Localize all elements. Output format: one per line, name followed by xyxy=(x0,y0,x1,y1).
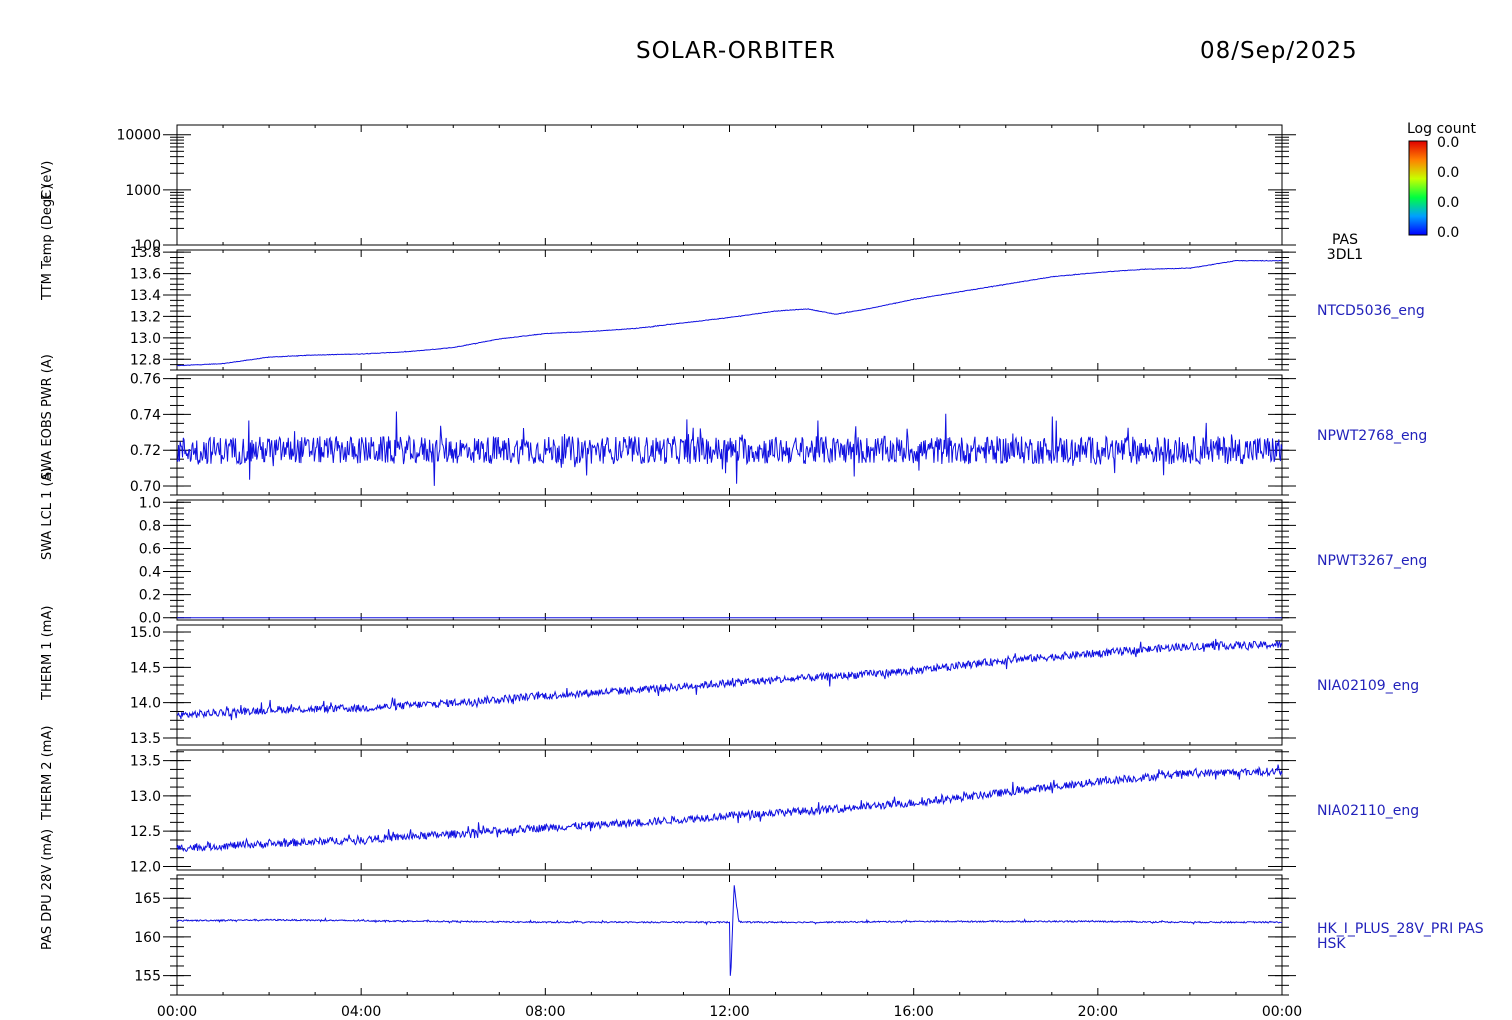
y-tick-label: 165 xyxy=(134,891,161,907)
panel-label: NTCD5036_eng xyxy=(1317,303,1425,319)
y-tick-label: 13.0 xyxy=(130,331,161,347)
x-tick-label: 16:00 xyxy=(893,1004,933,1020)
y-tick-label: 0.72 xyxy=(130,443,161,459)
y-tick-label: 0.4 xyxy=(139,565,161,581)
panel-frame xyxy=(176,124,1283,246)
panel-label: HSK xyxy=(1317,936,1346,952)
panel-nia02109-eng: 13.5 14.0 14.5 15.0 NIA02109_eng xyxy=(130,624,1419,747)
panel-frame xyxy=(176,374,1283,496)
y-axis-label: THERM 1 (mA) xyxy=(40,605,55,700)
y-tick-label: 0.70 xyxy=(130,479,161,495)
y-tick-label: 13.5 xyxy=(130,754,161,770)
y-tick-label: 12.8 xyxy=(130,352,161,368)
y-tick-label: 14.5 xyxy=(130,660,161,676)
colorbar-tick: 0.0 xyxy=(1437,135,1459,151)
x-tick-label: 12:00 xyxy=(709,1004,749,1020)
series-line xyxy=(176,885,1283,976)
panel-pas-3dl1: 100100010000PAS3DL1 xyxy=(116,124,1363,263)
panel-frame xyxy=(176,249,1283,371)
y-tick-label: 13.5 xyxy=(130,731,161,747)
y-tick-label: 0.74 xyxy=(130,407,161,423)
panel-npwt3267-eng: 0.00.20.40.60.81.0NPWT3267_eng xyxy=(139,495,1428,626)
x-tick-label: 00:00 xyxy=(157,1004,197,1020)
panel-label: NPWT2768_eng xyxy=(1317,428,1427,444)
y-tick-label: 1000 xyxy=(125,183,161,199)
panel-label: PAS xyxy=(1332,232,1358,248)
x-tick-label: 08:00 xyxy=(525,1004,565,1020)
series-line xyxy=(176,638,1283,721)
y-axis-label: THERM 2 (mA) xyxy=(40,725,55,820)
y-tick-label: 13.8 xyxy=(130,245,161,261)
y-tick-label: 13.0 xyxy=(130,789,161,805)
stacked-timeseries-plot: 100100010000PAS3DL112.813.013.213.413.61… xyxy=(116,121,1484,1020)
y-axis-label: TTM Temp (DegC) xyxy=(40,184,55,300)
y-axis-label: SWA LCL 1 (A) xyxy=(40,467,55,560)
y-tick-label: 12.0 xyxy=(130,859,161,875)
panel-label: 3DL1 xyxy=(1327,247,1363,263)
series-line xyxy=(176,764,1283,853)
y-tick-label: 0.2 xyxy=(139,588,161,604)
y-tick-label: 13.4 xyxy=(130,288,161,304)
colorbar-tick: 0.0 xyxy=(1437,165,1459,181)
panel-label: HK_I_PLUS_28V_PRI PAS xyxy=(1317,921,1484,937)
y-tick-label: 13.6 xyxy=(130,267,161,283)
x-tick-label: 04:00 xyxy=(341,1004,381,1020)
panel-frame xyxy=(176,499,1283,621)
y-axis-label: SWA EOBS PWR (A) xyxy=(40,354,55,480)
panel-npwt2768-eng: 0.70 0.72 0.74 0.76 NPWT2768_eng xyxy=(130,372,1427,496)
y-tick-label: 0.6 xyxy=(139,541,161,557)
panel-frame xyxy=(176,749,1283,871)
colorbar: Log count 0.0 0.0 0.0 0.0 xyxy=(1407,121,1476,241)
colorbar-tick: 0.0 xyxy=(1437,195,1459,211)
panel-label: NPWT3267_eng xyxy=(1317,553,1427,569)
y-tick-label: 10000 xyxy=(116,128,161,144)
y-tick-label: 0.76 xyxy=(130,372,161,388)
series-line xyxy=(176,411,1283,486)
x-axis: 00:00 04:00 08:00 12:00 16:00 20:00 00:00 xyxy=(157,1004,1302,1020)
colorbar-gradient xyxy=(1408,140,1428,236)
panel-nia02110-eng: 12.0 12.5 13.0 13.5 NIA02110_eng xyxy=(130,749,1419,875)
series-line xyxy=(176,259,1283,367)
y-tick-label: 12.5 xyxy=(130,824,161,840)
y-tick-label: 155 xyxy=(134,969,161,985)
panel-hk-i-plus-28v-pri-pas-hsk: 155 160 165 HK_I_PLUS_28V_PRI PASHSK xyxy=(134,874,1484,996)
panel-label: NIA02110_eng xyxy=(1317,803,1419,819)
y-tick-label: 14.0 xyxy=(130,696,161,712)
panel-label: NIA02109_eng xyxy=(1317,678,1419,694)
y-tick-label: 0.8 xyxy=(139,518,161,534)
y-tick-label: 160 xyxy=(134,930,161,946)
x-tick-label: 00:00 xyxy=(1262,1004,1302,1020)
y-tick-label: 15.0 xyxy=(130,625,161,641)
x-tick-label: 20:00 xyxy=(1078,1004,1118,1020)
y-tick-label: 13.2 xyxy=(130,309,161,325)
colorbar-tick: 0.0 xyxy=(1437,225,1459,241)
y-axis-label: PAS DPU 28V (mA) xyxy=(40,828,55,950)
panel-group: 100100010000PAS3DL112.813.013.213.413.61… xyxy=(116,124,1484,996)
y-tick-label: 1.0 xyxy=(139,495,161,511)
panel-ntcd5036-eng: 12.8 13.0 13.2 13.4 13.6 13.8 NTCD5036_eng xyxy=(130,245,1425,371)
